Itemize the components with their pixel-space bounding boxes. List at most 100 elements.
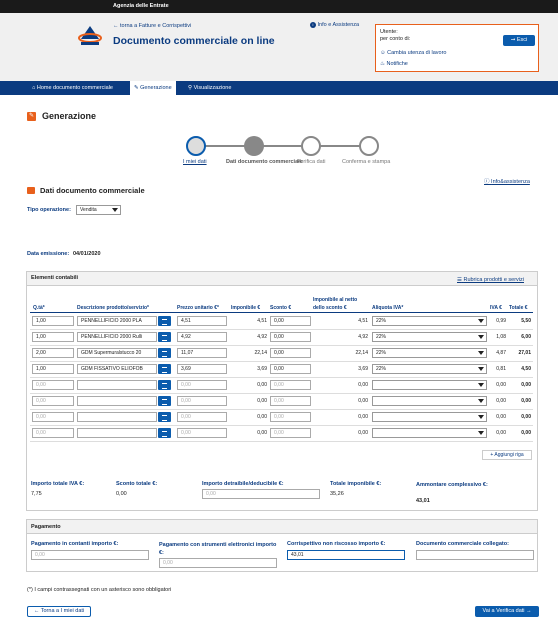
- price-input[interactable]: 0,00: [177, 380, 227, 390]
- add-row-button[interactable]: + Aggiungi riga: [482, 450, 532, 460]
- dropdown-arrow-icon: [478, 335, 484, 339]
- desc-input[interactable]: [77, 396, 157, 406]
- step-label-4: Conferma e stampa: [342, 159, 391, 165]
- imponibile-value: 0,00: [257, 430, 267, 436]
- aliquota-select[interactable]: [372, 412, 487, 422]
- row-divider: [30, 441, 533, 442]
- totale-value: 27,01: [518, 350, 531, 356]
- next-button[interactable]: Vai a Verifica dati →: [475, 606, 539, 617]
- aliquota-select[interactable]: 22%: [372, 364, 487, 374]
- qty-input[interactable]: 0,00: [32, 380, 74, 390]
- detraibile-input[interactable]: 0,00: [202, 489, 320, 499]
- qty-input[interactable]: 0,00: [32, 396, 74, 406]
- rubrica-link[interactable]: ☰ Rubrica prodotti e servizi: [457, 277, 524, 283]
- top-bar: Agenzia delle Entrate: [0, 0, 558, 13]
- dropdown-arrow-icon: [112, 208, 118, 212]
- imponibile-value: 22,14: [254, 350, 267, 356]
- price-input[interactable]: 4,51: [177, 316, 227, 326]
- collegato-input[interactable]: [416, 550, 534, 560]
- aliquota-select[interactable]: 22%: [372, 332, 487, 342]
- exit-button[interactable]: ➞ Esci: [503, 35, 535, 46]
- product-lookup-button[interactable]: [158, 380, 171, 390]
- back-to-fatture-link[interactable]: ← torna a Fatture e Corrispettivi: [113, 23, 191, 29]
- desc-input[interactable]: [77, 380, 157, 390]
- iva-total-label: Importo totale IVA €:: [31, 481, 85, 487]
- price-input[interactable]: 0,00: [177, 412, 227, 422]
- user-panel: Utente: per conto di: ➞ Esci ☺ Cambia ut…: [375, 24, 539, 72]
- info-assistenza-section-link[interactable]: ⓘ Info&assistenza: [484, 177, 530, 185]
- nav-home[interactable]: ⌂ Home documento commerciale: [28, 81, 117, 95]
- product-lookup-button[interactable]: [158, 348, 171, 358]
- back-button[interactable]: ← Torna a I miei dati: [27, 606, 91, 617]
- row-divider: [30, 425, 533, 426]
- nav-visualizzazione[interactable]: ⚲ Visualizzazione: [184, 81, 235, 95]
- row-divider: [30, 361, 533, 362]
- aliquota-select[interactable]: 22%: [372, 348, 487, 358]
- product-lookup-button[interactable]: [158, 396, 171, 406]
- qty-input[interactable]: 2,00: [32, 348, 74, 358]
- price-input[interactable]: 3,69: [177, 364, 227, 374]
- desc-input[interactable]: PENNELLIFICIO 2000 PLA: [77, 316, 157, 326]
- tipo-operazione-select[interactable]: Vendita: [76, 205, 121, 215]
- desc-input[interactable]: GDM Supermuralstucco 20: [77, 348, 157, 358]
- product-lookup-button[interactable]: [158, 316, 171, 326]
- aliquota-select[interactable]: 22%: [372, 316, 487, 326]
- sconto-input[interactable]: 0,00: [270, 348, 311, 358]
- arrow-right-icon: →: [526, 608, 532, 614]
- sconto-input[interactable]: 0,00: [270, 412, 311, 422]
- dropdown-arrow-icon: [478, 383, 484, 387]
- bell-icon: ♨: [380, 61, 385, 67]
- row-divider: [30, 329, 533, 330]
- aliquota-select[interactable]: [372, 396, 487, 406]
- contanti-input[interactable]: 0,00: [31, 550, 149, 560]
- sconto-input[interactable]: 0,00: [270, 380, 311, 390]
- step-circle-1[interactable]: [186, 136, 206, 156]
- required-note: (*) I campi contrassegnati con un asteri…: [27, 587, 172, 593]
- sconto-input[interactable]: 0,00: [270, 364, 311, 374]
- price-input[interactable]: 11,07: [177, 348, 227, 358]
- imponibile-value: 3,69: [257, 366, 267, 372]
- product-lookup-button[interactable]: [158, 364, 171, 374]
- qty-input[interactable]: 1,00: [32, 332, 74, 342]
- sconto-input[interactable]: 0,00: [270, 316, 311, 326]
- info-icon: ⓘ: [484, 179, 490, 185]
- price-input[interactable]: 0,00: [177, 428, 227, 438]
- product-lookup-button[interactable]: [158, 332, 171, 342]
- sconto-input[interactable]: 0,00: [270, 396, 311, 406]
- desc-input[interactable]: [77, 428, 157, 438]
- qty-input[interactable]: 0,00: [32, 428, 74, 438]
- change-user-link[interactable]: ☺ Cambia utenza di lavoro: [380, 50, 446, 56]
- detraibile-label: Importo detraibile/deducibile €:: [202, 481, 284, 487]
- price-input[interactable]: 4,92: [177, 332, 227, 342]
- product-lookup-button[interactable]: [158, 428, 171, 438]
- aliquota-select[interactable]: [372, 428, 487, 438]
- nav-generazione[interactable]: ✎ Generazione: [130, 81, 176, 95]
- qty-input[interactable]: 1,00: [32, 316, 74, 326]
- sconto-input[interactable]: 0,00: [270, 332, 311, 342]
- notifications-link[interactable]: ♨ Notifiche: [380, 61, 408, 67]
- netto-value: 4,92: [358, 334, 368, 340]
- non-riscosso-input[interactable]: 43,01: [287, 550, 405, 560]
- imponibile-value: 4,51: [257, 318, 267, 324]
- iva-value: 0,00: [496, 414, 506, 420]
- on-behalf-label: per conto di:: [380, 36, 411, 42]
- step-label-1[interactable]: I miei dati: [183, 159, 207, 165]
- sconto-input[interactable]: 0,00: [270, 428, 311, 438]
- totale-value: 4,50: [521, 366, 531, 372]
- dropdown-arrow-icon: [478, 431, 484, 435]
- desc-input[interactable]: GDM FISSATIVO ELIOFOB: [77, 364, 157, 374]
- row-divider: [30, 377, 533, 378]
- info-icon: i: [310, 22, 316, 28]
- elementi-title: Elementi contabili: [31, 275, 79, 281]
- desc-input[interactable]: PENNELLIFICIO 2000 Rulli: [77, 332, 157, 342]
- price-input[interactable]: 0,00: [177, 396, 227, 406]
- aliquota-select[interactable]: [372, 380, 487, 390]
- qty-input[interactable]: 0,00: [32, 412, 74, 422]
- elettronici-input[interactable]: 0,00: [159, 558, 277, 568]
- qty-input[interactable]: 1,00: [32, 364, 74, 374]
- info-assistenza-link[interactable]: i Info e Assistenza: [310, 22, 359, 28]
- imponibile-value: 4,92: [257, 334, 267, 340]
- col-price: Prezzo unitario €*: [177, 305, 219, 311]
- product-lookup-button[interactable]: [158, 412, 171, 422]
- desc-input[interactable]: [77, 412, 157, 422]
